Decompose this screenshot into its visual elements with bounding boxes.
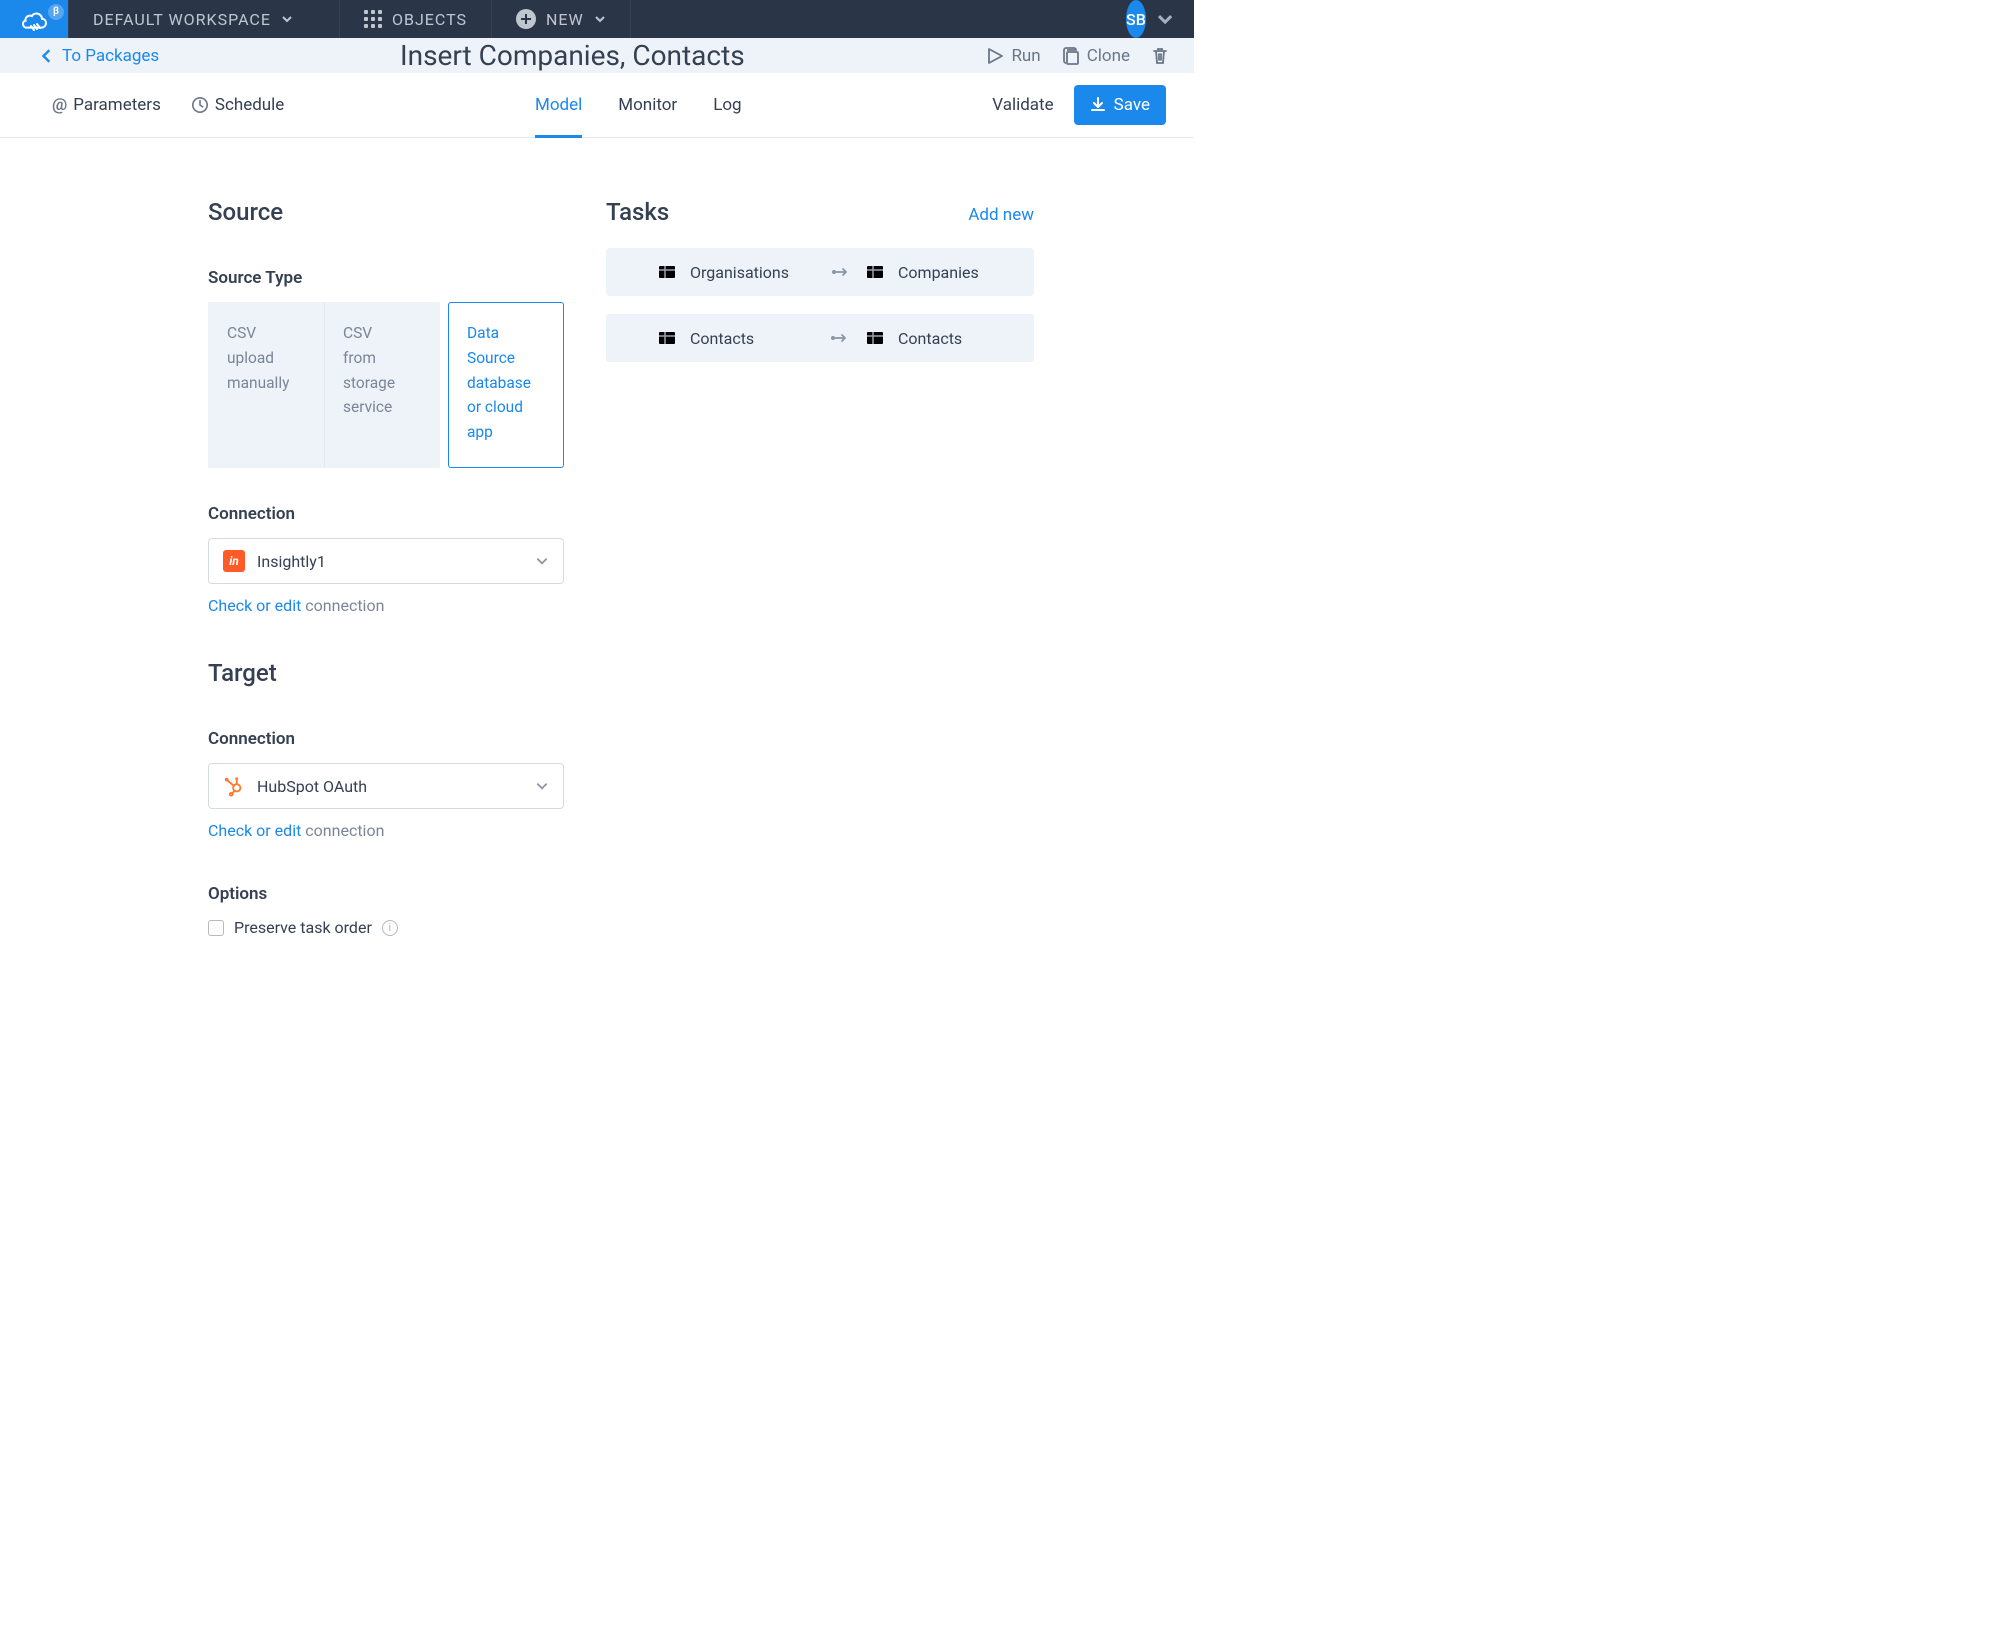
table-icon (658, 331, 676, 345)
copy-icon (1061, 46, 1081, 66)
nav-new-label: NEW (546, 10, 584, 29)
save-button[interactable]: Save (1074, 85, 1166, 125)
add-new-task[interactable]: Add new (968, 205, 1034, 225)
task-target: Companies (898, 263, 1020, 282)
target-check-edit-link[interactable]: Check or edit connection (208, 821, 564, 840)
clone-button[interactable]: Clone (1061, 46, 1130, 66)
st-line2: database or cloud app (467, 371, 545, 445)
hubspot-icon (223, 775, 245, 797)
chevron-down-icon (535, 779, 549, 793)
options-heading: Options (208, 884, 564, 904)
st-line1: CSV (343, 321, 421, 346)
source-type-csv-storage[interactable]: CSV from storage service (324, 302, 440, 468)
topbar: β DEFAULT WORKSPACE OBJECTS NEW SB (0, 0, 1194, 38)
user-menu[interactable]: SB (1106, 0, 1194, 38)
task-source: Organisations (690, 263, 816, 282)
target-connection-label: Connection (208, 729, 564, 749)
back-label: To Packages (62, 46, 159, 66)
tasks-heading: Tasks (606, 198, 669, 226)
arrow-right-icon (830, 267, 852, 277)
trash-icon (1150, 46, 1170, 66)
nav-objects[interactable]: OBJECTS (340, 0, 492, 38)
target-heading: Target (208, 659, 564, 687)
chevron-left-icon (40, 49, 54, 63)
parameters-link[interactable]: @ Parameters (52, 95, 161, 115)
page-title: Insert Companies, Contacts (159, 39, 985, 72)
chevron-down-icon (1156, 10, 1174, 28)
app-logo[interactable]: β (0, 0, 68, 38)
plus-circle-icon (516, 9, 536, 29)
source-type-selector: CSV upload manually CSV from storage ser… (208, 302, 564, 468)
check-edit-text: Check or edit (208, 596, 301, 615)
task-target: Contacts (898, 329, 1020, 348)
tab-model[interactable]: Model (535, 73, 582, 137)
run-button[interactable]: Run (985, 46, 1040, 66)
chevron-down-icon (594, 13, 606, 25)
validate-button[interactable]: Validate (992, 95, 1053, 115)
beta-badge: β (48, 4, 64, 20)
save-label: Save (1114, 95, 1150, 115)
check-edit-tail: connection (301, 821, 384, 840)
preserve-task-order-checkbox[interactable] (208, 920, 224, 936)
st-line1: Data Source (467, 321, 545, 371)
clone-label: Clone (1087, 46, 1130, 66)
run-label: Run (1011, 46, 1040, 66)
task-row[interactable]: Contacts Contacts (606, 314, 1034, 362)
st-line2: from storage service (343, 346, 421, 420)
schedule-label: Schedule (215, 95, 284, 115)
source-type-csv-upload[interactable]: CSV upload manually (208, 302, 324, 468)
grid-icon (364, 10, 382, 28)
st-line1: CSV (227, 321, 305, 346)
table-icon (658, 265, 676, 279)
avatar: SB (1126, 0, 1146, 38)
source-connection-select[interactable]: in Insightly1 (208, 538, 564, 584)
task-row[interactable]: Organisations Companies (606, 248, 1034, 296)
target-connection-value: HubSpot OAuth (257, 777, 523, 796)
tab-log[interactable]: Log (713, 73, 741, 137)
info-icon[interactable]: i (382, 920, 398, 936)
nav-objects-label: OBJECTS (392, 10, 467, 29)
parameters-label: Parameters (73, 95, 161, 115)
source-type-datasource[interactable]: Data Source database or cloud app (448, 302, 564, 468)
task-source: Contacts (690, 329, 816, 348)
tab-monitor[interactable]: Monitor (618, 73, 677, 137)
clock-icon (191, 96, 209, 114)
source-check-edit-link[interactable]: Check or edit connection (208, 596, 564, 615)
arrow-right-icon (830, 333, 852, 343)
chevron-down-icon (281, 13, 293, 25)
source-heading: Source (208, 198, 564, 226)
source-connection-value: Insightly1 (257, 552, 523, 571)
check-edit-text: Check or edit (208, 821, 301, 840)
preserve-task-order-label: Preserve task order (234, 918, 372, 937)
source-connection-label: Connection (208, 504, 564, 524)
table-icon (866, 265, 884, 279)
nav-new[interactable]: NEW (492, 0, 631, 38)
subnav: @ Parameters Schedule Model Monitor Log … (0, 73, 1194, 138)
workspace-selector[interactable]: DEFAULT WORKSPACE (68, 0, 340, 38)
workspace-name: DEFAULT WORKSPACE (93, 10, 271, 29)
target-connection-select[interactable]: HubSpot OAuth (208, 763, 564, 809)
st-line2: upload manually (227, 346, 305, 396)
page-header: To Packages Insert Companies, Contacts R… (0, 38, 1194, 73)
back-to-packages[interactable]: To Packages (40, 46, 159, 66)
delete-button[interactable] (1150, 46, 1170, 66)
save-icon (1090, 97, 1106, 113)
insightly-icon: in (223, 550, 245, 572)
play-icon (985, 46, 1005, 66)
schedule-link[interactable]: Schedule (191, 95, 284, 115)
check-edit-tail: connection (301, 596, 384, 615)
at-icon: @ (52, 95, 67, 115)
chevron-down-icon (535, 554, 549, 568)
source-type-label: Source Type (208, 268, 564, 288)
table-icon (866, 331, 884, 345)
